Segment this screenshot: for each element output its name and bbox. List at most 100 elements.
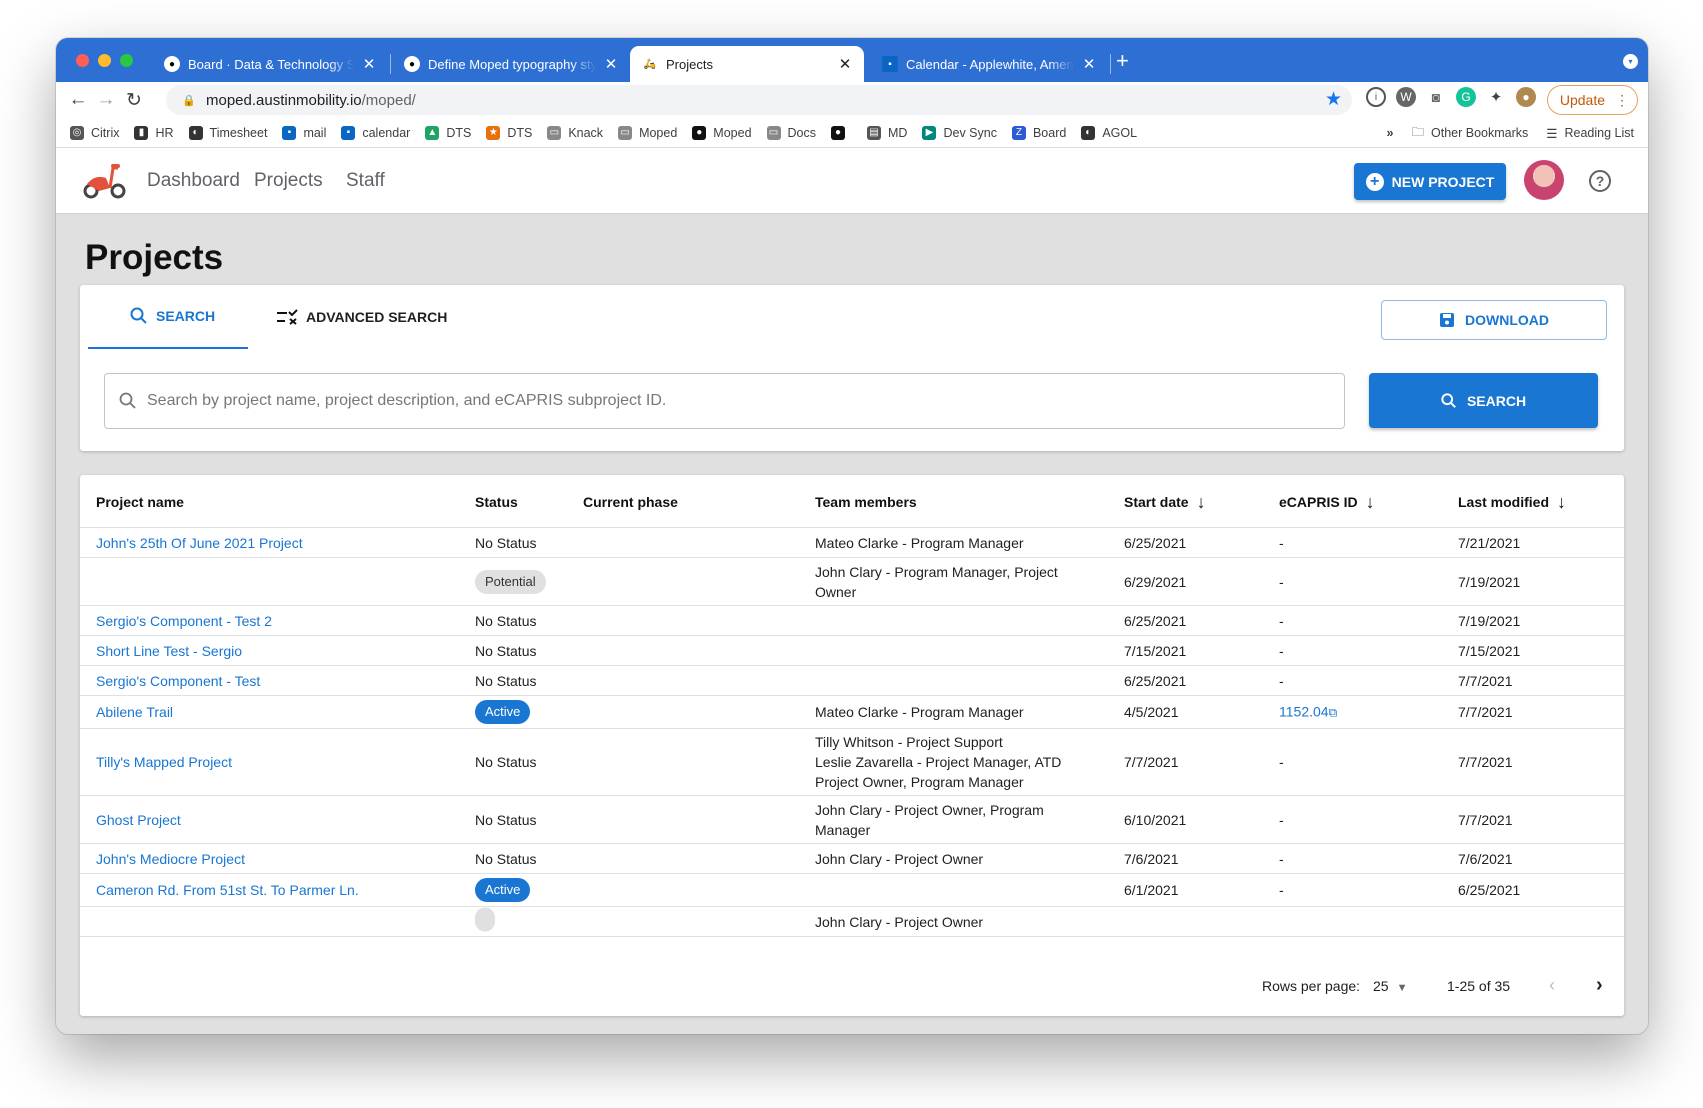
bookmark-item[interactable]: ▶ Dev Sync: [922, 125, 997, 140]
grammarly-icon[interactable]: G: [1456, 87, 1476, 107]
project-name-link[interactable]: Tilly's Mapped Project: [96, 752, 232, 772]
next-page-icon[interactable]: ›: [1596, 974, 1603, 997]
last-modified: 7/21/2021: [1458, 534, 1521, 551]
header-team-members[interactable]: Team members: [815, 494, 917, 510]
table-row[interactable]: Sergio's Component - Test No Status 6/25/2…: [80, 666, 1624, 696]
bookmark-label: MD: [888, 125, 908, 140]
header-project-name[interactable]: Project name: [96, 494, 184, 510]
close-tab-icon[interactable]: ✕: [604, 55, 618, 73]
forward-icon[interactable]: →: [92, 89, 120, 111]
avatar[interactable]: [1524, 160, 1564, 200]
project-name-link[interactable]: Ghost Project: [96, 810, 181, 830]
moped-icon: 🛵: [643, 58, 657, 70]
previous-page-icon[interactable]: ‹: [1549, 975, 1555, 996]
last-modified: 7/7/2021: [1458, 704, 1513, 720]
project-name-link[interactable]: Abilene Trail: [96, 702, 173, 722]
browser-tab[interactable]: ● Board · Data & Technology Ser ✕: [152, 46, 388, 82]
bookmark-item[interactable]: Z Board: [1011, 125, 1066, 140]
project-name-link[interactable]: Cameron Rd. From 51st St. To Parmer Ln.: [96, 880, 359, 900]
close-tab-icon[interactable]: ✕: [362, 55, 376, 73]
tab-search-icon[interactable]: ▾: [1623, 54, 1638, 69]
table-row[interactable]: John Clary - Project Owner: [80, 907, 1624, 937]
github-icon: ●: [164, 56, 180, 72]
project-name-link[interactable]: John's 25th Of June 2021 Project: [96, 533, 303, 553]
bookmark-item[interactable]: ▤ MD: [867, 125, 908, 140]
onepassword-icon[interactable]: i: [1366, 87, 1386, 107]
table-row[interactable]: Ghost Project No Status John Clary - Proje…: [80, 796, 1624, 844]
project-name-link[interactable]: Short Line Test - Sergio: [96, 641, 242, 661]
browser-tab-active[interactable]: 🛵 Projects ✕: [630, 46, 864, 82]
other-bookmarks-label: Other Bookmarks: [1431, 126, 1529, 140]
bookmark-item[interactable]: ▪ mail: [282, 125, 326, 140]
close-window-button[interactable]: [76, 54, 89, 67]
bookmark-item[interactable]: ◐ AGOL: [1081, 125, 1137, 140]
puzzle-icon[interactable]: ✦: [1486, 87, 1506, 107]
close-tab-icon[interactable]: ✕: [1082, 55, 1096, 73]
table-row[interactable]: Potential John Clary - Program Manager, P…: [80, 558, 1624, 606]
bookmark-item[interactable]: ● Moped: [692, 125, 752, 140]
table-row[interactable]: Short Line Test - Sergio No Status 7/15/20…: [80, 636, 1624, 666]
table-row[interactable]: Tilly's Mapped Project No Status Tilly Whi…: [80, 729, 1624, 796]
new-tab-icon[interactable]: +: [1116, 50, 1129, 72]
nav-dashboard[interactable]: Dashboard: [147, 170, 240, 192]
new-project-label: NEW PROJECT: [1391, 173, 1495, 190]
team-member-line: Manager: [815, 821, 871, 838]
tab-advanced-search[interactable]: ADVANCED SEARCH: [248, 285, 475, 349]
header-status[interactable]: Status: [475, 494, 518, 510]
bookmark-item[interactable]: ▭ Docs: [766, 125, 817, 140]
project-name-link[interactable]: Sergio's Component - Test 2: [96, 611, 272, 631]
search-button[interactable]: SEARCH: [1369, 373, 1598, 428]
zoom-window-button[interactable]: [120, 54, 133, 67]
search-button-label: SEARCH: [1466, 392, 1527, 409]
bookmark-item[interactable]: ◐ Timesheet: [188, 125, 267, 140]
reading-list[interactable]: ☰ Reading List: [1546, 126, 1634, 141]
update-button[interactable]: Update ⋮: [1546, 85, 1638, 115]
profile-avatar-icon[interactable]: ●: [1516, 87, 1536, 107]
download-button[interactable]: DOWNLOAD: [1381, 300, 1607, 340]
table-row[interactable]: John's 25th Of June 2021 Project No Statu…: [80, 528, 1624, 558]
ecapris-link[interactable]: 1152.04⧉: [1279, 702, 1337, 723]
start-date: 6/10/2021: [1124, 811, 1187, 828]
nav-projects[interactable]: Projects: [254, 170, 323, 192]
bookmark-item[interactable]: ▲ DTS: [425, 125, 471, 140]
minimize-window-button[interactable]: [98, 54, 111, 67]
bookmark-label: Docs: [787, 125, 817, 140]
help-icon[interactable]: ?: [1589, 170, 1611, 192]
reload-icon[interactable]: ↻: [120, 89, 148, 112]
camera-icon[interactable]: ◙: [1426, 87, 1446, 107]
address-bar[interactable]: 🔒 moped.austinmobility.io/moped/ ★: [166, 85, 1352, 115]
tab-search[interactable]: SEARCH: [88, 285, 248, 349]
browser-tab[interactable]: ● Define Moped typography styles ✕: [392, 46, 630, 82]
bookmark-item[interactable]: ◎ Citrix: [70, 125, 119, 140]
table-row[interactable]: Abilene Trail Active Mateo Clarke - Progra…: [80, 696, 1624, 729]
moped-logo-icon[interactable]: [81, 160, 127, 200]
bookmark-item[interactable]: ●: [831, 125, 852, 140]
bookmark-item[interactable]: ▭ Moped: [618, 125, 677, 140]
browser-tab[interactable]: ▪ Calendar - Applewhite, Amenity ✕: [870, 46, 1108, 82]
project-name-link[interactable]: John's Mediocre Project: [96, 849, 245, 869]
close-tab-icon[interactable]: ✕: [838, 55, 852, 73]
table-row[interactable]: Sergio's Component - Test 2 No Status 6/25…: [80, 606, 1624, 636]
new-project-button[interactable]: + NEW PROJECT: [1354, 163, 1506, 200]
project-name-link[interactable]: Sergio's Component - Test: [96, 671, 260, 691]
bookmark-item[interactable]: ▭ Knack: [547, 125, 603, 140]
rows-per-page-select[interactable]: 25 ▼: [1373, 978, 1407, 994]
header-start-date[interactable]: Start date ↓: [1124, 493, 1206, 511]
search-input[interactable]: [147, 392, 1327, 410]
header-last-modified[interactable]: Last modified ↓: [1458, 493, 1566, 511]
bookmark-item[interactable]: ★ DTS: [486, 125, 532, 140]
table-row[interactable]: John's Mediocre Project No Status John Cla…: [80, 844, 1624, 874]
bookmarks-overflow-icon[interactable]: »: [1387, 126, 1394, 140]
bookmark-item[interactable]: ▮ HR: [134, 125, 174, 140]
bookmark-item[interactable]: ▪ calendar: [341, 125, 410, 140]
bookmark-star-icon[interactable]: ★: [1325, 88, 1342, 111]
start-date: 6/1/2021: [1124, 882, 1179, 898]
other-bookmarks[interactable]: 🗀 Other Bookmarks: [1412, 123, 1529, 144]
header-ecapris-id[interactable]: eCAPRIS ID ↓: [1279, 493, 1375, 511]
nav-staff[interactable]: Staff: [346, 170, 385, 192]
header-current-phase[interactable]: Current phase: [583, 494, 678, 510]
search-field[interactable]: [104, 373, 1345, 429]
back-icon[interactable]: ←: [64, 89, 92, 111]
table-row[interactable]: Cameron Rd. From 51st St. To Parmer Ln. A…: [80, 874, 1624, 907]
wordpress-icon[interactable]: W: [1396, 87, 1416, 107]
